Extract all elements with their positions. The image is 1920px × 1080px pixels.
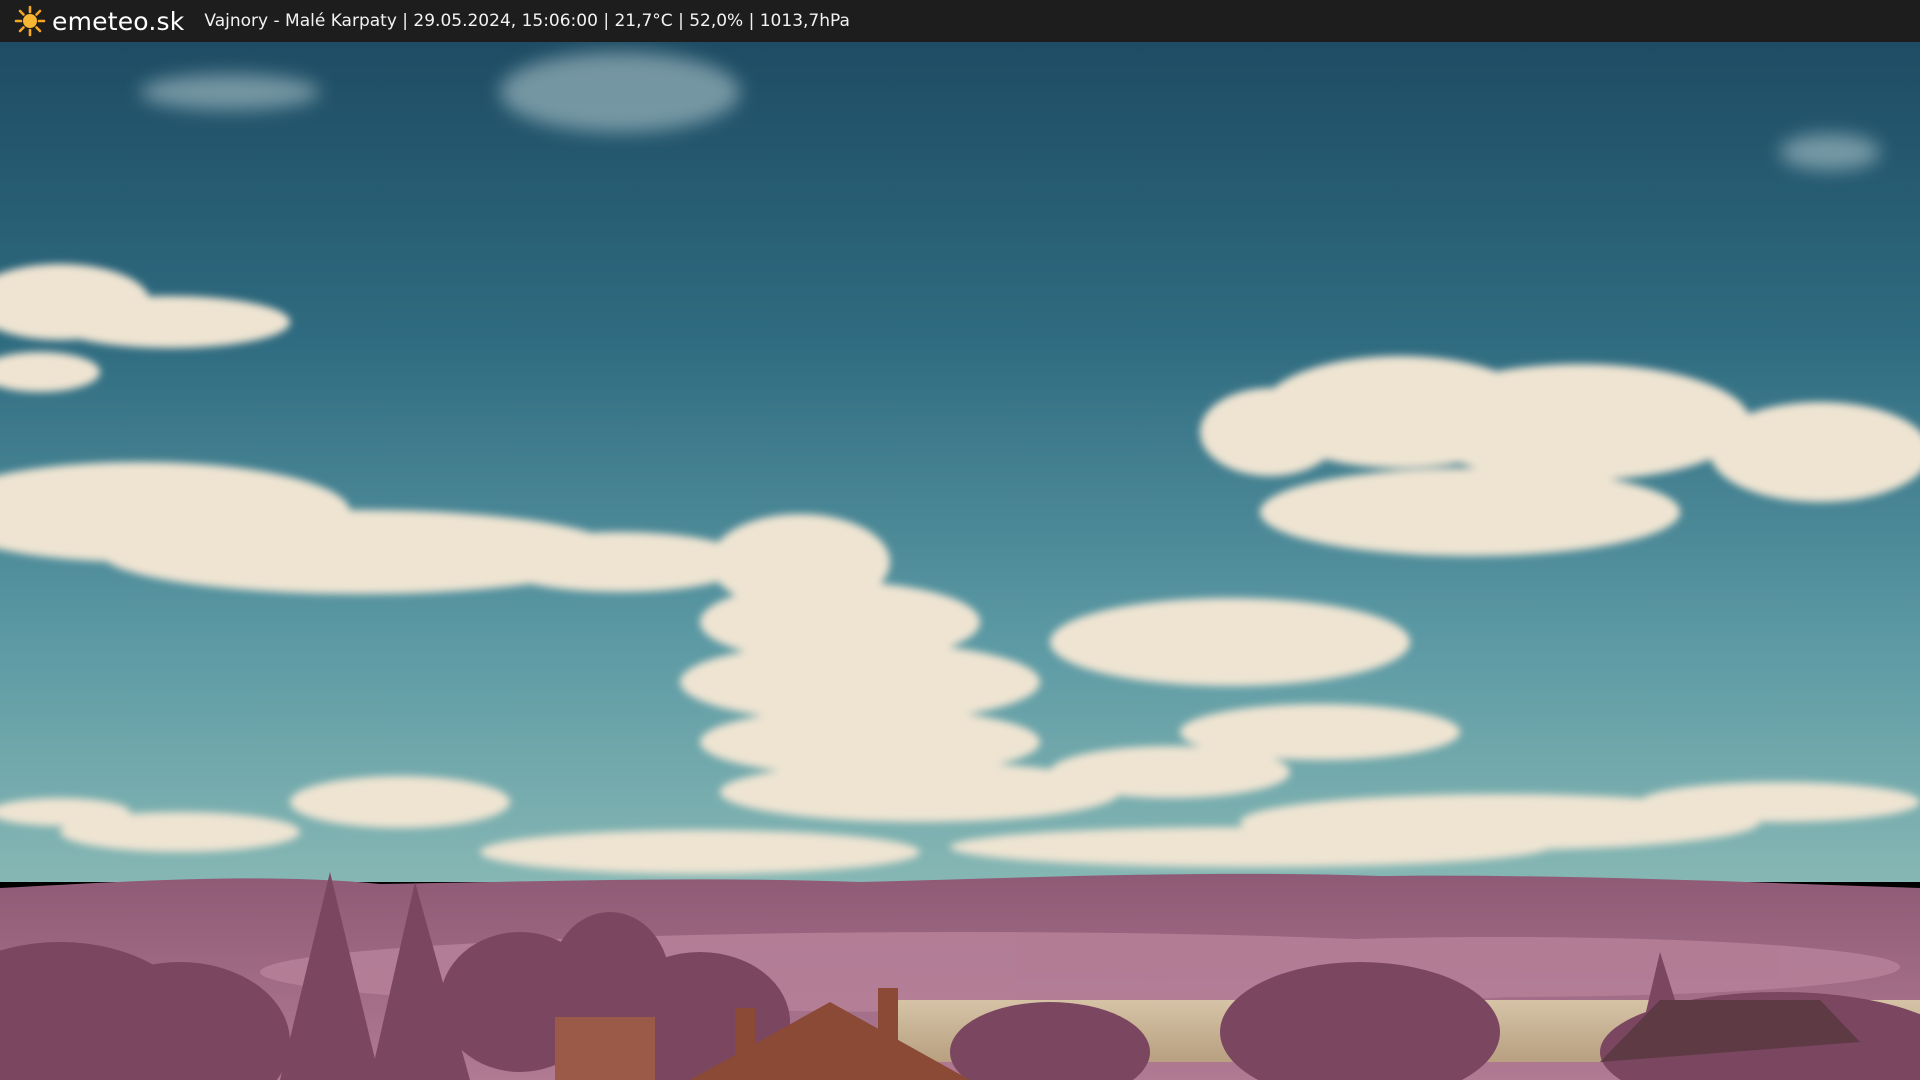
top-bar: emeteo.sk Vajnory - Malé Karpaty | 29.05… <box>0 0 1920 42</box>
weather-status-text: Vajnory - Malé Karpaty | 29.05.2024, 15:… <box>204 11 850 31</box>
webcam-image <box>0 42 1920 1080</box>
brand-name: emeteo.sk <box>52 6 185 36</box>
webcam-frame: emeteo.sk Vajnory - Malé Karpaty | 29.05… <box>0 0 1920 1080</box>
sun-icon <box>14 5 46 37</box>
emeteo-logo[interactable]: emeteo.sk <box>14 5 184 37</box>
